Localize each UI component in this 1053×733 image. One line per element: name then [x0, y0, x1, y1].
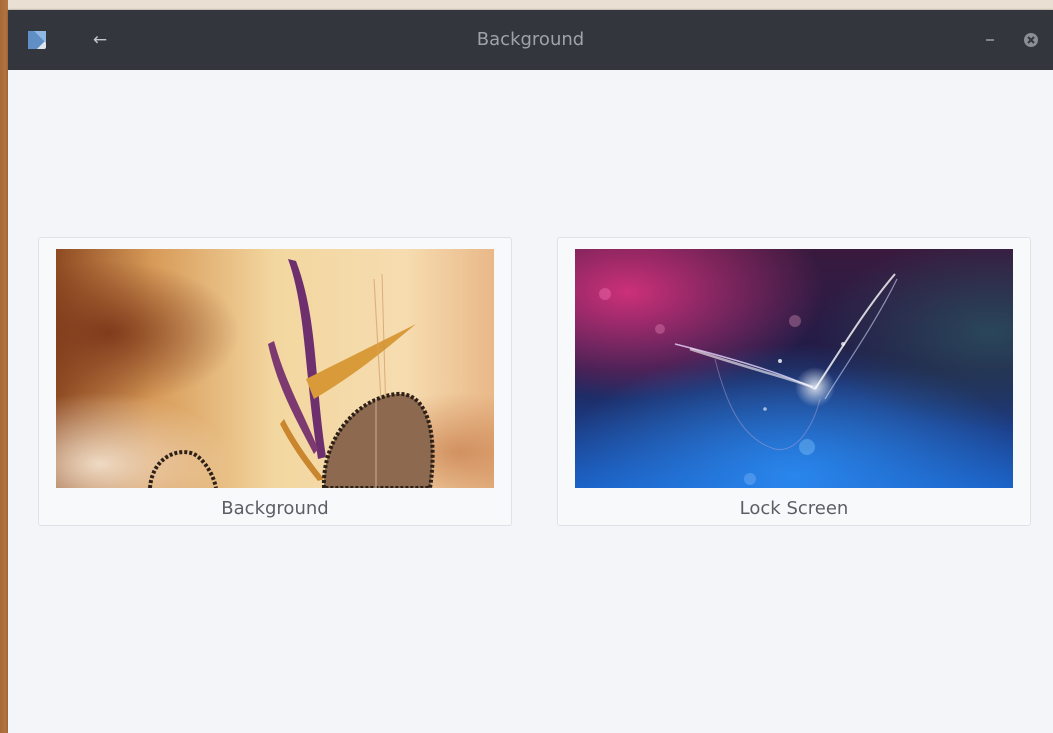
minimize-button[interactable] — [978, 28, 1002, 52]
close-icon — [1024, 33, 1038, 47]
titlebar: ← Background — [8, 10, 1053, 70]
background-thumbnail — [56, 249, 494, 488]
background-card[interactable]: Background — [38, 237, 512, 526]
window-title: Background — [476, 29, 585, 50]
lock-screen-card-label: Lock Screen — [739, 498, 849, 519]
arrow-left-icon: ← — [92, 30, 108, 50]
close-button[interactable] — [1019, 28, 1043, 52]
lock-screen-thumbnail — [575, 249, 1013, 488]
back-button[interactable]: ← — [86, 27, 114, 53]
background-card-label: Background — [221, 498, 329, 519]
minimize-icon — [986, 39, 994, 41]
wallpaper-app-icon — [28, 31, 46, 49]
lock-screen-card[interactable]: Lock Screen — [557, 237, 1031, 526]
background-settings-window: ← Background Background Lock Screen — [8, 10, 1053, 733]
